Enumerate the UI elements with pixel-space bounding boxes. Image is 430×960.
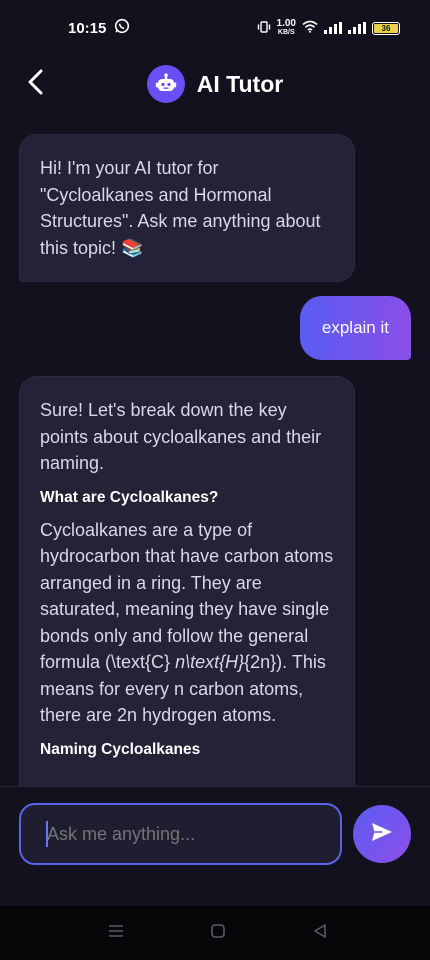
status-bar: 10:15 1.00 KB/S 36	[0, 0, 430, 56]
status-left: 10:15	[68, 18, 130, 38]
system-nav-bar	[0, 906, 430, 960]
battery-level: 36	[374, 23, 398, 33]
home-button[interactable]	[208, 923, 228, 943]
header: AI Tutor	[0, 56, 430, 112]
reply-paragraph-part: Cycloalkanes are a type of hydrocarbon t…	[40, 519, 334, 673]
battery-icon: 36	[372, 21, 400, 35]
page-title: AI Tutor	[196, 70, 284, 97]
message-input[interactable]	[19, 803, 342, 865]
net-speed: 1.00 KB/S	[277, 19, 296, 37]
input-bar	[0, 786, 430, 906]
send-icon	[371, 822, 393, 847]
back-arrow-icon	[26, 69, 46, 100]
title-wrap: AI Tutor	[146, 65, 284, 103]
ai-message-greeting: Hi! I'm your AI tutor for "Cycloalkanes …	[19, 134, 355, 282]
text-caret	[46, 821, 48, 847]
chat-area[interactable]: Hi! I'm your AI tutor for "Cycloalkanes …	[0, 118, 430, 786]
vibrate-icon	[257, 20, 271, 37]
net-speed-unit: KB/S	[277, 29, 295, 36]
status-right: 1.00 KB/S 36	[257, 19, 400, 37]
robot-icon	[146, 65, 185, 103]
reply-heading: Naming Cycloalkanes	[40, 740, 201, 758]
nav-back-button[interactable]	[310, 923, 330, 943]
back-button[interactable]	[20, 68, 52, 100]
send-button[interactable]	[353, 805, 411, 863]
message-text: explain it	[321, 318, 389, 337]
status-time: 10:15	[68, 19, 107, 37]
whatsapp-icon	[114, 18, 130, 38]
reply-paragraph-italic: n\text{H}	[175, 652, 245, 672]
user-message: explain it	[299, 296, 411, 360]
signal-icon	[348, 22, 366, 34]
message-text: Hi! I'm your AI tutor for "Cycloalkanes …	[40, 158, 321, 258]
ai-message-reply: Sure! Let's break down the key points ab…	[19, 376, 355, 786]
net-speed-value: 1.00	[276, 18, 296, 29]
nav-back-icon	[312, 923, 328, 944]
home-icon	[210, 923, 226, 944]
wifi-icon	[302, 20, 318, 36]
recents-button[interactable]	[106, 923, 126, 943]
recents-icon	[107, 923, 125, 944]
reply-intro: Sure! Let's break down the key points ab…	[40, 400, 322, 473]
reply-heading: What are Cycloalkanes?	[40, 488, 219, 506]
signal-icon	[324, 22, 342, 34]
reply-paragraph: Cycloalkanes are a type of hydrocarbon t…	[40, 517, 334, 729]
